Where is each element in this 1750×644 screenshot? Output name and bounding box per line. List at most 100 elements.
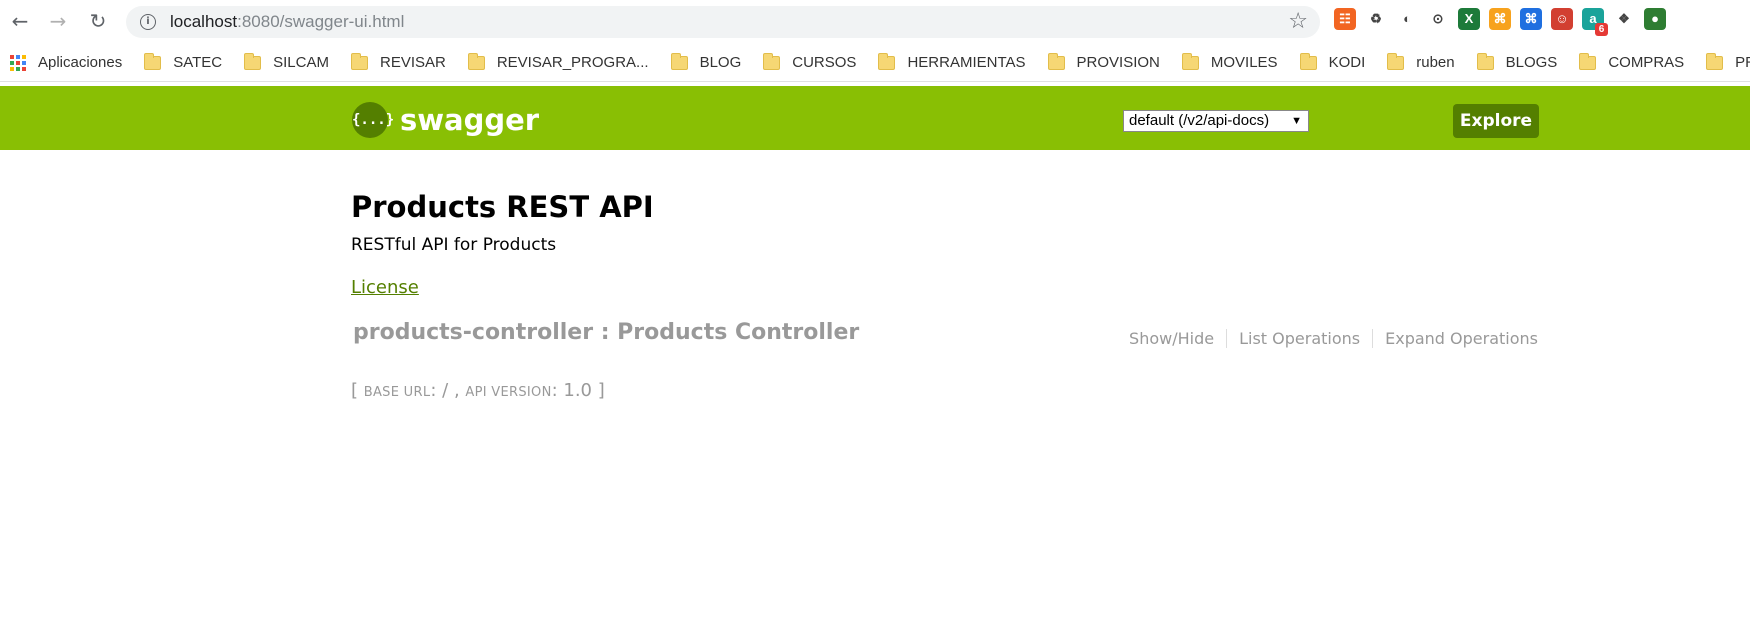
bookmark-label: COMPRAS	[1608, 54, 1685, 71]
spec-select-value: default (/v2/api-docs)	[1129, 112, 1270, 129]
bracket-close: ]	[597, 380, 605, 401]
extension-glyph: ⌘	[1493, 11, 1507, 26]
bookmark-label: ruben	[1416, 54, 1455, 71]
bookmark-folder[interactable]: BLOGS	[1476, 52, 1558, 71]
tag-ext-icon[interactable]: ❖	[1613, 8, 1635, 30]
expand-operations-link[interactable]: Expand Operations	[1373, 329, 1538, 348]
api-description: RESTful API for Products	[351, 235, 557, 255]
extension-glyph: ⌘	[1524, 11, 1538, 26]
folder-icon	[467, 52, 485, 70]
bookmark-folder[interactable]: PROGRAMACION	[1706, 52, 1750, 71]
bookmark-label: BLOG	[699, 54, 742, 71]
circle-ext-icon[interactable]: ◐	[1396, 8, 1418, 30]
url-path: :8080/swagger-ui.html	[237, 12, 405, 31]
feed-icon[interactable]: ⌘	[1489, 8, 1511, 30]
address-bar[interactable]: i localhost:8080/swagger-ui.html ☆	[126, 6, 1320, 38]
folder-icon	[1181, 52, 1199, 70]
folder-icon	[1387, 52, 1405, 70]
bookmark-folder[interactable]: HERRAMIENTAS	[878, 52, 1026, 71]
bookmark-folder[interactable]: BLOG	[670, 52, 742, 71]
recycle-icon[interactable]: ♻	[1365, 8, 1387, 30]
bookmark-folder[interactable]: KODI	[1299, 52, 1366, 71]
explore-button[interactable]: Explore	[1453, 104, 1539, 138]
folder-icon	[763, 52, 781, 70]
swagger-logo[interactable]: {...} swagger	[352, 102, 539, 138]
rss-icon[interactable]: ☷	[1334, 8, 1356, 30]
spec-select[interactable]: default (/v2/api-docs) ▼	[1123, 110, 1309, 132]
extension-glyph: ☷	[1339, 11, 1351, 26]
bookmark-label: Aplicaciones	[38, 54, 123, 71]
resource-operations: Show/Hide List Operations Expand Operati…	[1117, 329, 1538, 348]
globe-ext-icon[interactable]: ●	[1644, 8, 1666, 30]
folder-icon	[1579, 52, 1597, 70]
extension-glyph: ⊙	[1432, 11, 1444, 26]
bookmark-folder[interactable]: SILCAM	[244, 52, 329, 71]
bookmark-folder[interactable]: CURSOS	[763, 52, 857, 71]
url-host: localhost	[170, 12, 238, 31]
url-text[interactable]: localhost:8080/swagger-ui.html	[170, 12, 404, 32]
bracket-open: [	[351, 380, 359, 401]
folder-icon	[670, 52, 688, 70]
api-version-value: : 1.0	[551, 380, 593, 401]
wifi-feed-icon[interactable]: ⌘	[1520, 8, 1542, 30]
a-ext-icon[interactable]: a6	[1582, 8, 1608, 36]
bookmark-label: KODI	[1328, 54, 1366, 71]
folder-icon	[1476, 52, 1494, 70]
extension-glyph: ●	[1651, 11, 1659, 26]
bookmark-label: CURSOS	[792, 54, 857, 71]
bookmark-folder[interactable]: REVISAR_PROGRA...	[467, 52, 649, 71]
show-hide-link[interactable]: Show/Hide	[1117, 329, 1228, 348]
back-arrow-icon[interactable]: ←	[2, 3, 38, 39]
base-url-info: [ base url: / , api version: 1.0 ]	[351, 380, 1541, 401]
forward-arrow-icon[interactable]: →	[40, 3, 76, 39]
avatar-ext-icon[interactable]: ☺	[1551, 8, 1573, 30]
bookmark-label: HERRAMIENTAS	[907, 54, 1026, 71]
bookmark-label: REVISAR	[379, 54, 446, 71]
site-info-icon[interactable]: i	[140, 14, 156, 30]
base-url-value: : / ,	[430, 380, 460, 401]
resource-title-link[interactable]: products-controller : Products Controlle…	[353, 320, 859, 345]
bookmark-label: SILCAM	[273, 54, 329, 71]
license-link[interactable]: License	[351, 277, 419, 298]
bookmarks-bar: Aplicaciones SATEC SILCAM REVISAR REVISAR_P…	[0, 44, 1750, 82]
swagger-logo-icon: {...}	[352, 102, 394, 138]
extension-glyph: ☺	[1555, 11, 1569, 26]
chevron-down-icon: ▼	[1291, 115, 1302, 127]
folder-icon	[144, 52, 162, 70]
extension-glyph: ◐	[1403, 11, 1411, 26]
extension-icons: ☷ ♻ ◐ ⊙ X ⌘ ⌘ ☺ a 6 ❖ ●	[1334, 8, 1666, 36]
bookmark-label: REVISAR_PROGRA...	[496, 54, 649, 71]
browser-toolbar: ← → ↻ i localhost:8080/swagger-ui.html ☆…	[0, 0, 1750, 42]
bookmark-folders: SATEC SILCAM REVISAR REVISAR_PROGRA... BLOG C…	[144, 52, 1750, 71]
excel-ext-icon[interactable]: X	[1458, 8, 1480, 30]
folder-icon	[244, 52, 262, 70]
bookmark-folder[interactable]: PROVISION	[1047, 52, 1160, 71]
bookmark-folder[interactable]: SATEC	[144, 52, 222, 71]
bookmark-label: BLOGS	[1505, 54, 1558, 71]
folder-icon	[1047, 52, 1065, 70]
folder-icon	[350, 52, 368, 70]
base-url-label: base url	[363, 385, 431, 400]
bookmark-label: PROVISION	[1076, 54, 1160, 71]
bookmark-folder[interactable]: REVISAR	[350, 52, 446, 71]
folder-icon	[1706, 52, 1724, 70]
extension-badge: 6	[1595, 23, 1608, 36]
list-operations-link[interactable]: List Operations	[1227, 329, 1374, 348]
reload-icon[interactable]: ↻	[80, 3, 116, 39]
swagger-header: {...} swagger default (/v2/api-docs) ▼ E…	[0, 86, 1750, 150]
page-title: Products REST API	[351, 190, 654, 224]
bookmark-label: MOVILES	[1210, 54, 1278, 71]
api-info: Products REST API RESTful API for Produc…	[351, 190, 1541, 401]
extension-glyph: ❖	[1618, 11, 1630, 26]
bookmark-folder[interactable]: MOVILES	[1181, 52, 1278, 71]
bookmark-label: PROGRAMACION	[1735, 54, 1750, 71]
bookmark-folder[interactable]: ruben	[1387, 52, 1455, 71]
bookmark-star-icon[interactable]: ☆	[1288, 9, 1308, 34]
swagger-logo-text: swagger	[400, 103, 540, 137]
extension-glyph: X	[1464, 11, 1474, 26]
code-ext-icon[interactable]: ⊙	[1427, 8, 1449, 30]
api-version-label: api version	[465, 385, 552, 400]
folder-icon	[878, 52, 896, 70]
bookmark-folder[interactable]: COMPRAS	[1579, 52, 1685, 71]
bookmark-apps[interactable]: Aplicaciones	[10, 54, 122, 71]
